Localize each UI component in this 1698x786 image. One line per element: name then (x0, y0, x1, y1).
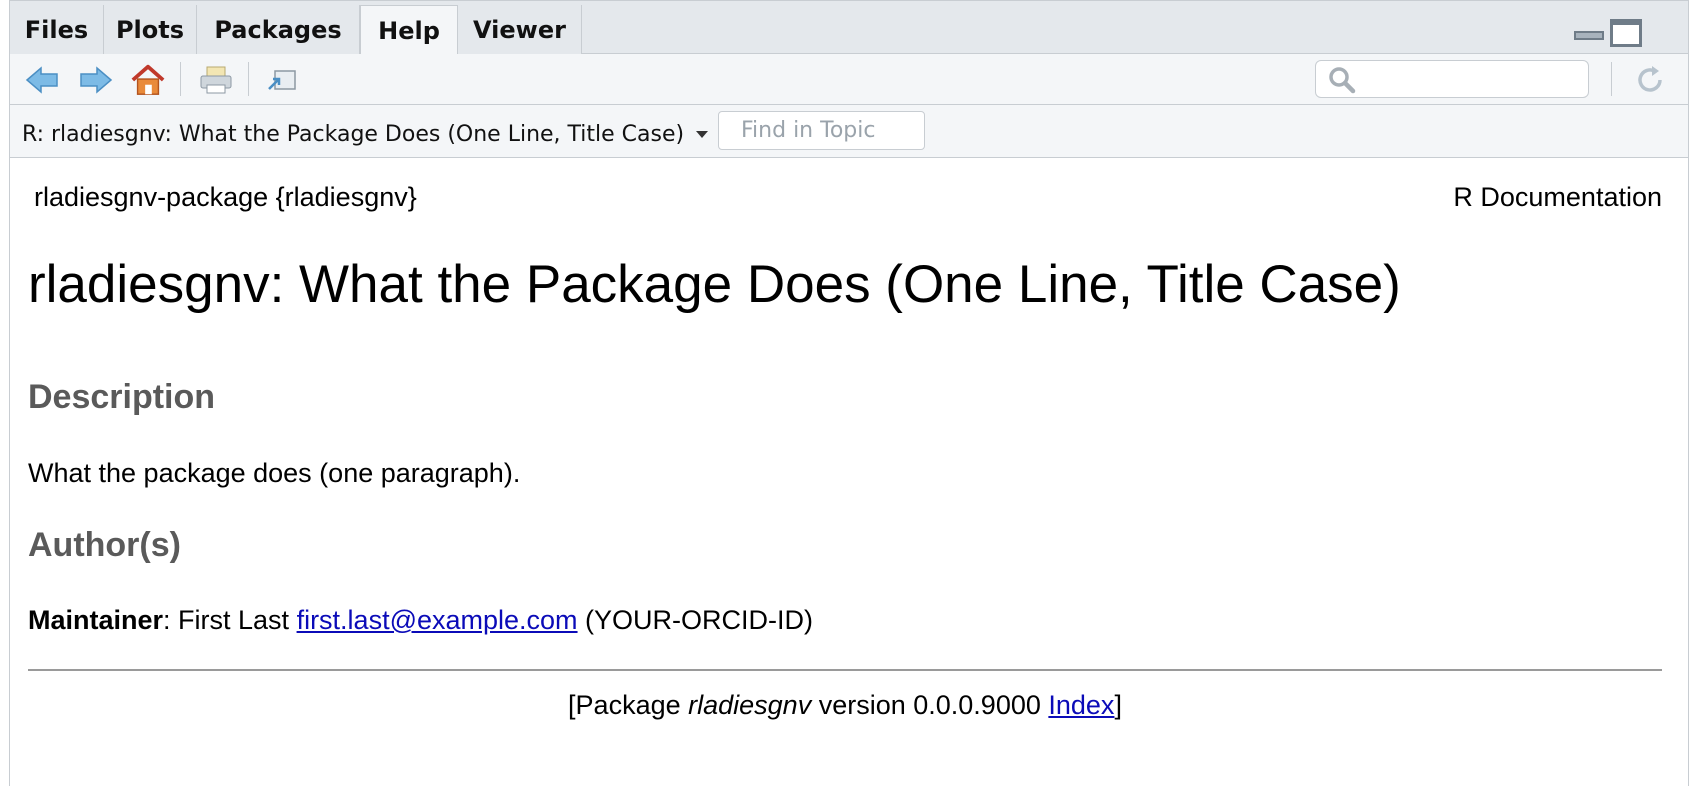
footer-divider (28, 669, 1662, 671)
tab-packages[interactable]: Packages (197, 5, 360, 55)
help-pane: Files Plots Packages Help Viewer R: rlad… (9, 0, 1689, 786)
print-icon[interactable] (198, 62, 234, 98)
page-title: rladiesgnv: What the Package Does (One L… (28, 255, 1401, 314)
maximize-pane-button[interactable] (1610, 19, 1642, 47)
chevron-down-icon (696, 130, 709, 138)
footer-version: version 0.0.0.9000 (811, 690, 1049, 720)
minimize-pane-button[interactable] (1574, 31, 1604, 40)
description-heading: Description (28, 378, 216, 416)
tab-plots[interactable]: Plots (104, 5, 197, 55)
forward-arrow-icon[interactable] (78, 62, 114, 98)
popout-window-icon[interactable] (264, 62, 300, 98)
back-arrow-icon[interactable] (24, 62, 60, 98)
doc-footer: [Package rladiesgnv version 0.0.0.9000 I… (28, 690, 1662, 721)
description-text: What the package does (one paragraph). (28, 458, 521, 488)
authors-heading: Author(s) (28, 526, 181, 564)
search-icon (1328, 66, 1356, 99)
doc-topic-name: rladiesgnv-package {rladiesgnv} (34, 182, 417, 212)
topic-dropdown-label: R: rladiesgnv: What the Package Does (On… (22, 121, 685, 147)
help-search-box[interactable] (1315, 60, 1589, 98)
authors-text: Maintainer: First Last first.last@exampl… (28, 605, 813, 636)
tab-viewer[interactable]: Viewer (458, 5, 582, 55)
maintainer-label: Maintainer (28, 605, 164, 635)
topic-dropdown[interactable]: R: rladiesgnv: What the Package Does (On… (22, 119, 709, 149)
footer-package-name: rladiesgnv (688, 690, 812, 720)
tab-files[interactable]: Files (10, 5, 104, 55)
tab-help[interactable]: Help (360, 5, 458, 56)
maintainer-orcid: (YOUR-ORCID-ID) (577, 605, 814, 635)
maintainer-name: : First Last (163, 605, 297, 635)
topic-bar: R: rladiesgnv: What the Package Does (On… (10, 105, 1688, 158)
doc-source-label: R Documentation (1453, 182, 1662, 212)
find-in-topic-input[interactable] (718, 111, 925, 150)
footer-suffix: ] (1114, 690, 1122, 720)
refresh-icon[interactable] (1632, 62, 1668, 98)
index-link[interactable]: Index (1048, 690, 1114, 720)
help-toolbar (10, 54, 1688, 105)
pane-tab-bar: Files Plots Packages Help Viewer (10, 0, 1688, 56)
maintainer-email-link[interactable]: first.last@example.com (297, 605, 578, 635)
home-icon[interactable] (130, 62, 166, 98)
footer-prefix: [Package (568, 690, 689, 720)
